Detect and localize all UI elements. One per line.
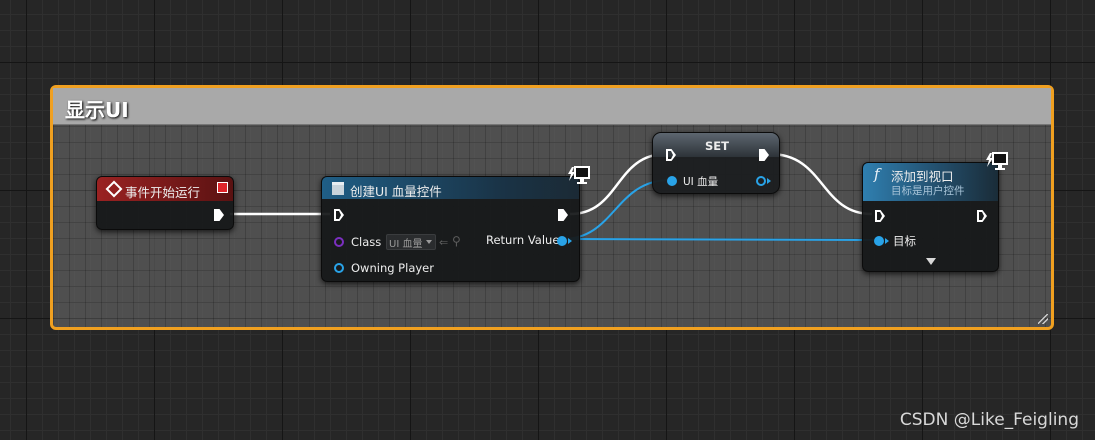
browse-icon[interactable]: ⚲ (452, 234, 461, 248)
function-f-icon: f (874, 165, 880, 183)
exec-out-pin[interactable] (558, 209, 568, 221)
set-var-label: UI 血量 (683, 176, 719, 188)
chevron-down-icon (426, 240, 432, 244)
watermark: CSDN @Like_Feigling (899, 410, 1079, 430)
class-dropdown[interactable]: UI 血量 (386, 234, 436, 250)
expand-arrow-icon[interactable] (926, 258, 936, 265)
event-begin-play-node[interactable]: 事件开始运行 (96, 176, 234, 230)
use-selected-icon[interactable]: ⇐ (439, 236, 448, 249)
set-node-title: SET (705, 139, 729, 153)
set-variable-node[interactable]: SET UI 血量 (652, 132, 780, 194)
owning-player-pin[interactable] (334, 263, 344, 273)
object-wire-return-to-target (562, 238, 879, 241)
set-output-pin[interactable] (756, 176, 766, 186)
add-to-viewport-node[interactable]: f 添加到视口 目标是用户控件 目标 (862, 162, 999, 272)
owning-player-label: Owning Player (351, 261, 434, 275)
widget-icon (332, 182, 344, 195)
exec-out-pin[interactable] (214, 209, 224, 221)
network-monitor-icon (986, 152, 1008, 170)
target-pin[interactable] (874, 236, 884, 246)
class-dropdown-value: UI 血量 (389, 239, 423, 250)
set-output-arrow-icon (767, 178, 771, 184)
event-node-title: 事件开始运行 (125, 185, 201, 200)
create-node-title: 创建UI 血量控件 (350, 184, 442, 199)
delegate-square-icon[interactable] (217, 182, 228, 193)
exec-out-pin[interactable] (977, 210, 987, 222)
add-node-subtitle: 目标是用户控件 (891, 185, 965, 197)
exec-in-pin[interactable] (875, 210, 885, 222)
network-monitor-icon (568, 166, 590, 184)
exec-in-pin[interactable] (334, 209, 344, 221)
exec-wire-set-to-add (769, 152, 873, 216)
return-value-pin[interactable] (557, 236, 567, 246)
return-value-arrow-icon (568, 238, 572, 244)
class-label: Class (351, 235, 382, 249)
class-pin[interactable] (334, 237, 344, 247)
return-value-label: Return Value (486, 233, 560, 247)
target-label: 目标 (893, 234, 916, 248)
create-widget-node[interactable]: 创建UI 血量控件 Class UI 血量 ⇐ ⚲ Return Value O… (321, 176, 580, 282)
set-input-pin[interactable] (667, 176, 677, 186)
target-arrow-icon (885, 238, 889, 244)
